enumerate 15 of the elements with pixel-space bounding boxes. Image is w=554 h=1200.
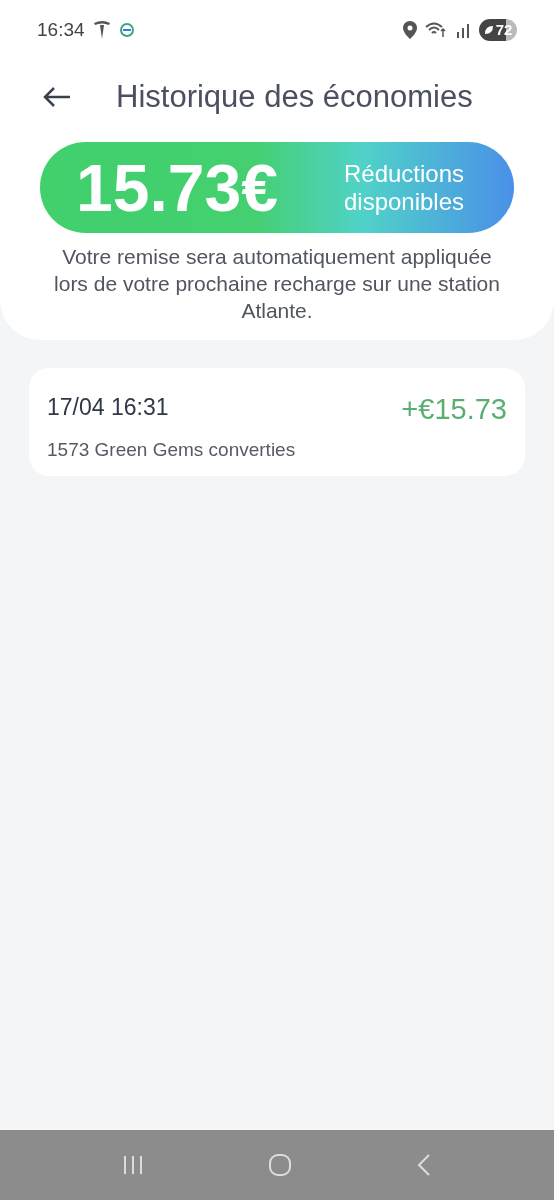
history-amount: +€15.73 [401,392,507,427]
discount-note: Votre remise sera automatiquement appliquée lors de votre prochaine recharge sur une station Atlante. [53,244,501,324]
history-date: 17/04 16:31 [47,393,169,422]
location-icon [403,21,417,39]
home-icon[interactable] [268,1153,292,1177]
status-time: 16:34 [37,17,85,42]
sync-icon [118,22,135,38]
leaf-icon [483,25,494,35]
wifi-icon [425,21,447,39]
back-arrow-icon[interactable] [42,86,72,108]
signal-icon [455,21,471,39]
history-description: 1573 Green Gems converties [47,437,297,462]
balance-label: Réductions disponibles [342,159,466,216]
balance-amount: 15.73€ [76,154,278,221]
page-title: Historique des économies [116,77,473,116]
